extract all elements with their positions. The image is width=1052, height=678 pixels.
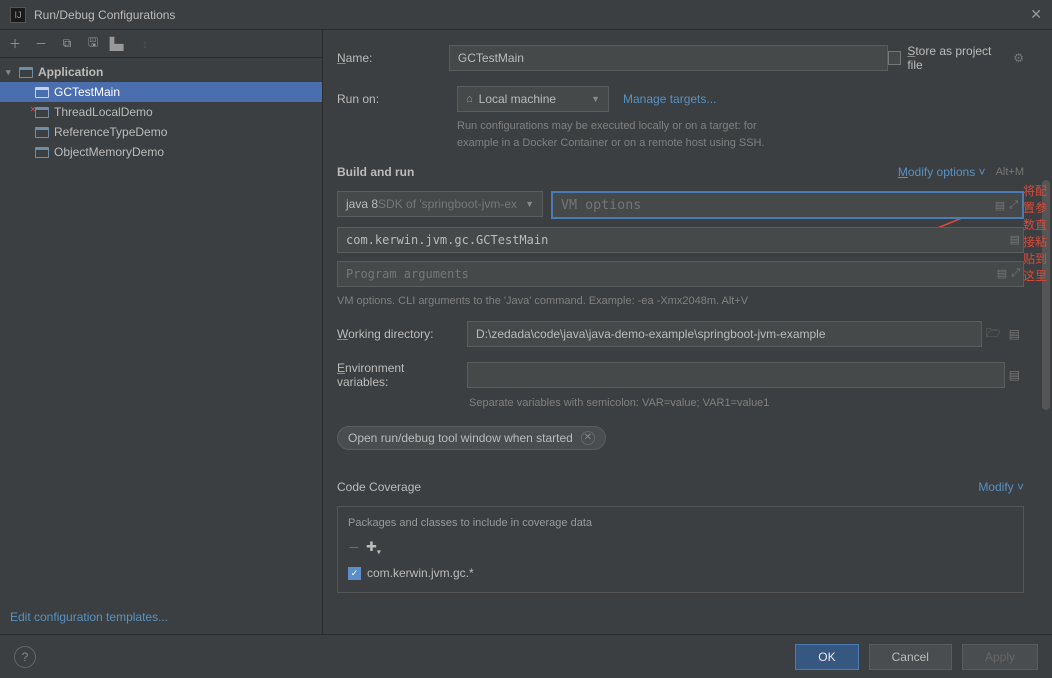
env-input[interactable] [467, 362, 1005, 388]
name-label: Name: [337, 51, 449, 65]
config-form: Name: Store as project file ⚙ Run on: ⌂ … [323, 30, 1052, 634]
list-icon[interactable]: ▤ [1010, 233, 1020, 246]
workdir-label: Working directory: [337, 327, 457, 341]
config-icon [34, 125, 50, 139]
store-checkbox[interactable] [888, 51, 901, 65]
workdir-input[interactable] [467, 321, 982, 347]
application-icon [18, 65, 34, 79]
copy-icon[interactable]: ⧉ [58, 35, 76, 53]
coverage-add-icon[interactable]: ✚▾ [366, 539, 381, 557]
modify-options-link[interactable]: Modify options ˅ [898, 165, 986, 179]
sdk-dropdown[interactable]: java 8 SDK of 'springboot-jvm-ex ▼ [337, 191, 543, 217]
config-tree: ▾ Application GCTestMain ✕ ThreadLocalDe… [0, 58, 322, 166]
app-logo-icon: IJ [10, 7, 26, 23]
edit-templates-link[interactable]: Edit configuration templates... [10, 610, 168, 624]
tree-item-gctestmain[interactable]: GCTestMain [0, 82, 322, 102]
titlebar: IJ Run/Debug Configurations ✕ [0, 0, 1052, 30]
list-icon[interactable]: ▤ [995, 199, 1005, 212]
list-icon[interactable]: ▤ [997, 267, 1007, 280]
apply-button: Apply [962, 644, 1038, 670]
sidebar-toolbar: ＋ － ⧉ 🖫 ▙▖ ↕ [0, 30, 322, 58]
env-label: Environment variables: [337, 361, 457, 389]
tree-item-threadlocaldemo[interactable]: ✕ ThreadLocalDemo [0, 102, 322, 122]
list-icon[interactable]: ▤ [1005, 327, 1024, 341]
tree-item-label: ObjectMemoryDemo [54, 145, 164, 159]
expand-icon[interactable]: ⤢ [1009, 199, 1018, 212]
coverage-box: Packages and classes to include in cover… [337, 506, 1024, 594]
chevron-down-icon: ▼ [525, 199, 534, 209]
chip-label: Open run/debug tool window when started [348, 431, 573, 445]
vm-note: VM options. CLI arguments to the 'Java' … [337, 295, 1024, 307]
manage-targets-link[interactable]: Manage targets... [623, 92, 716, 106]
tree-root-application[interactable]: ▾ Application [0, 62, 322, 82]
sdk-suffix: SDK of 'springboot-jvm-ex [378, 197, 517, 211]
tree-item-objectmemorydemo[interactable]: ObjectMemoryDemo [0, 142, 322, 162]
sdk-prefix: java 8 [346, 197, 378, 211]
home-icon: ⌂ [466, 93, 473, 105]
open-tool-window-chip[interactable]: Open run/debug tool window when started … [337, 426, 606, 450]
tree-item-label: ThreadLocalDemo [54, 105, 153, 119]
browse-folder-icon[interactable]: 🗁 [982, 324, 1005, 345]
coverage-checkbox[interactable]: ✓ [348, 567, 361, 580]
folder-icon[interactable]: ▙▖ [110, 35, 128, 53]
coverage-modify-link[interactable]: Modify ˅ [978, 480, 1024, 494]
tree-item-label: ReferenceTypeDemo [54, 125, 167, 139]
dialog-footer: ? OK Cancel Apply [0, 634, 1052, 678]
coverage-section: Code Coverage Modify ˅ [337, 480, 1024, 494]
close-icon[interactable]: ✕ [1030, 6, 1042, 23]
runon-dropdown[interactable]: ⌂ Local machine ▼ [457, 86, 609, 112]
program-args-input[interactable] [337, 261, 1024, 287]
sidebar: ＋ － ⧉ 🖫 ▙▖ ↕ ▾ Application GCTestMain ✕ … [0, 30, 323, 634]
coverage-item-label: com.kerwin.jvm.gc.* [367, 566, 474, 580]
env-hint: Separate variables with semicolon: VAR=v… [469, 395, 1024, 412]
config-icon: ✕ [34, 105, 50, 119]
chip-close-icon[interactable]: ✕ [581, 431, 595, 445]
window-title: Run/Debug Configurations [34, 8, 175, 22]
config-icon [34, 145, 50, 159]
cancel-button[interactable]: Cancel [869, 644, 952, 670]
remove-icon[interactable]: － [32, 35, 50, 53]
coverage-remove-icon[interactable]: － [348, 539, 360, 556]
add-icon[interactable]: ＋ [6, 35, 24, 53]
ok-button[interactable]: OK [795, 644, 858, 670]
vm-options-input[interactable] [553, 193, 1022, 217]
runon-label: Run on: [337, 92, 457, 106]
store-label: Store as project file [907, 44, 1001, 72]
gear-icon[interactable]: ⚙ [1013, 51, 1024, 65]
tree-root-label: Application [38, 65, 103, 79]
main-class-input[interactable] [337, 227, 1024, 253]
modify-shortcut: Alt+M [996, 166, 1024, 178]
chevron-down-icon: ▼ [591, 94, 600, 104]
list-icon[interactable]: ▤ [1005, 368, 1024, 382]
save-icon[interactable]: 🖫 [84, 35, 102, 53]
expand-icon[interactable]: ⤢ [1011, 267, 1020, 280]
build-run-section: Build and run Modify options ˅ Alt+M [337, 165, 1024, 179]
tree-item-label: GCTestMain [54, 85, 120, 99]
scrollbar[interactable] [1042, 180, 1050, 410]
expand-arrow-icon[interactable]: ▾ [6, 67, 18, 78]
coverage-item[interactable]: ✓ com.kerwin.jvm.gc.* [348, 564, 1013, 582]
sort-icon[interactable]: ↕ [136, 35, 154, 53]
vm-options-wrap: ▤ ⤢ [551, 191, 1024, 219]
coverage-label: Packages and classes to include in cover… [348, 517, 1013, 529]
runon-hint: Run configurations may be executed local… [457, 118, 1024, 151]
name-input[interactable] [449, 45, 888, 71]
tree-item-referencetypedemo[interactable]: ReferenceTypeDemo [0, 122, 322, 142]
help-icon[interactable]: ? [14, 646, 36, 668]
runon-value: Local machine [479, 92, 556, 106]
config-icon [34, 85, 50, 99]
